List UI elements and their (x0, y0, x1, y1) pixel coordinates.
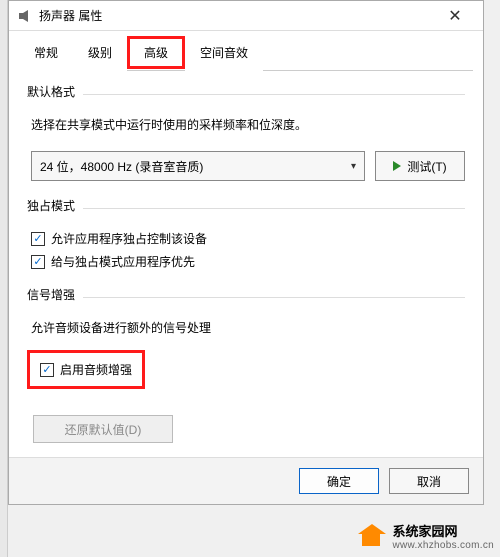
play-icon (393, 161, 401, 171)
speaker-properties-window: 扬声器 属性 ✕ 常规 级别 高级 空间音效 默认格式 选择在共享模式中运行时使… (8, 0, 484, 505)
default-format-desc: 选择在共享模式中运行时使用的采样频率和位深度。 (31, 116, 465, 133)
house-icon (358, 524, 386, 548)
close-button[interactable]: ✕ (435, 6, 475, 26)
default-format-title: 默认格式 (27, 83, 75, 100)
enable-enhance-label: 启用音频增强 (60, 361, 132, 378)
window-title: 扬声器 属性 (39, 7, 435, 24)
divider (83, 94, 465, 95)
enable-enhance-row[interactable]: 启用音频增强 (27, 350, 145, 389)
watermark-url: www.xhzhobs.com.cn (392, 540, 494, 551)
checkbox-icon (31, 255, 45, 269)
test-button[interactable]: 测试(T) (375, 151, 465, 181)
ok-button[interactable]: 确定 (299, 468, 379, 494)
tab-spatial[interactable]: 空间音效 (185, 38, 263, 71)
test-button-label: 测试(T) (407, 158, 446, 175)
divider (83, 297, 465, 298)
watermark-name: 系统家园网 (392, 524, 457, 539)
exclusive-priority-label: 给与独占模式应用程序优先 (51, 253, 195, 270)
sample-format-select[interactable]: 24 位，48000 Hz (录音室音质) ▾ (31, 151, 365, 181)
tabs-bar: 常规 级别 高级 空间音效 (9, 31, 483, 71)
cancel-button[interactable]: 取消 (389, 468, 469, 494)
tab-general[interactable]: 常规 (19, 38, 73, 71)
exclusive-allow-label: 允许应用程序独占控制该设备 (51, 230, 207, 247)
divider (83, 208, 465, 209)
exclusive-mode-group: 独占模式 允许应用程序独占控制该设备 给与独占模式应用程序优先 (27, 197, 465, 270)
chevron-down-icon: ▾ (351, 161, 356, 172)
exclusive-title: 独占模式 (27, 197, 75, 214)
sample-format-value: 24 位，48000 Hz (录音室音质) (40, 158, 203, 175)
tab-content: 默认格式 选择在共享模式中运行时使用的采样频率和位深度。 24 位，48000 … (9, 71, 483, 457)
checkbox-icon (31, 232, 45, 246)
enhance-title: 信号增强 (27, 286, 75, 303)
left-panel-edge (0, 0, 8, 557)
watermark: 系统家园网 www.xhzhobs.com.cn (358, 521, 494, 551)
speaker-icon (17, 8, 33, 24)
tab-advanced[interactable]: 高级 (127, 36, 185, 69)
titlebar: 扬声器 属性 ✕ (9, 1, 483, 31)
default-format-group: 默认格式 选择在共享模式中运行时使用的采样频率和位深度。 24 位，48000 … (27, 83, 465, 181)
tab-levels[interactable]: 级别 (73, 38, 127, 71)
checkbox-icon (40, 363, 54, 377)
exclusive-allow-row[interactable]: 允许应用程序独占控制该设备 (31, 230, 465, 247)
enhance-desc: 允许音频设备进行额外的信号处理 (31, 319, 465, 336)
signal-enhance-group: 信号增强 允许音频设备进行额外的信号处理 启用音频增强 (27, 286, 465, 399)
restore-defaults-button: 还原默认值(D) (33, 415, 173, 443)
exclusive-priority-row[interactable]: 给与独占模式应用程序优先 (31, 253, 465, 270)
dialog-footer: 确定 取消 (9, 457, 483, 504)
